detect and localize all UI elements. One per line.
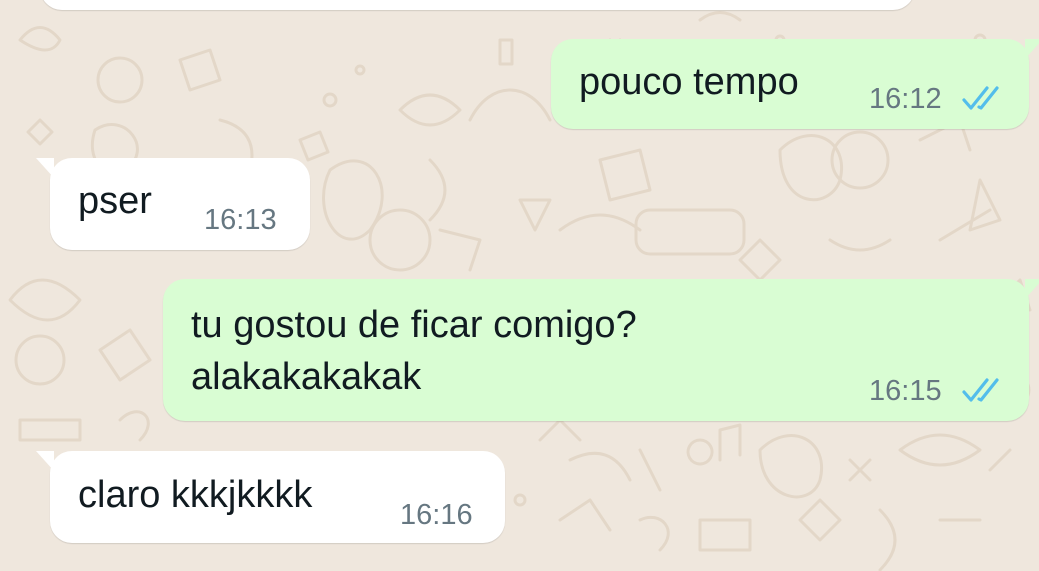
double-check-read-icon (962, 86, 999, 110)
message-time: 16:16 (400, 499, 473, 531)
message-text: tu gostou de ficar comigo? alakakakakak (191, 304, 637, 398)
bubble-tail (1025, 39, 1039, 59)
bubble-tail (1025, 279, 1039, 299)
message-time: 16:15 (869, 375, 942, 407)
message-text: pouco tempo (579, 61, 799, 103)
partial-incoming-bubble (40, 0, 915, 10)
double-check-read-icon (962, 378, 999, 402)
bubble-tail (36, 158, 54, 178)
message-text: pser (78, 180, 152, 222)
message-bubble-incoming[interactable]: claro kkkjkkkk 16:16 (36, 451, 505, 543)
bubble-tail (36, 451, 54, 471)
message-bubble-outgoing[interactable]: pouco tempo 16:12 (551, 39, 1039, 129)
message-bubble-outgoing[interactable]: tu gostou de ficar comigo? alakakakakak … (163, 279, 1039, 421)
message-bubble-incoming[interactable]: pser 16:13 (36, 158, 310, 250)
message-text: claro kkkjkkkk (78, 474, 313, 516)
message-time: 16:13 (204, 204, 277, 236)
message-time: 16:12 (869, 83, 942, 115)
